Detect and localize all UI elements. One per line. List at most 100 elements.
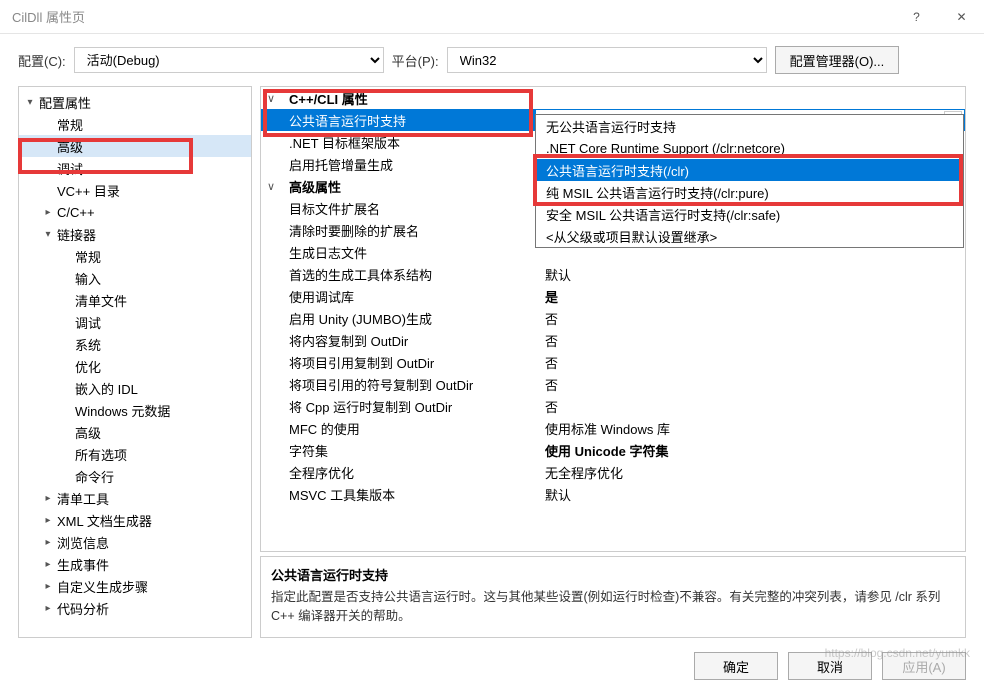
prop-value: 否 [535,353,965,372]
tree-item-label: 自定义生成步骤 [55,577,148,596]
tree-item-label: 代码分析 [55,599,109,618]
tree-caret-icon[interactable] [23,97,37,108]
prop-row[interactable]: 将项目引用的符号复制到 OutDir否 [261,373,965,395]
tree-item[interactable]: 浏览信息 [19,531,251,553]
tree-item[interactable]: 自定义生成步骤 [19,575,251,597]
tree-item[interactable]: 高级 [19,421,251,443]
tree-caret-icon[interactable] [41,493,55,504]
platform-label: 平台(P): [392,51,439,70]
prop-name: 目标文件扩展名 [281,199,535,218]
tree-caret-icon[interactable] [41,515,55,526]
tree-caret-icon[interactable] [41,559,55,570]
prop-value: 是 [535,287,965,306]
tree-item[interactable]: C/C++ [19,201,251,223]
tree-item[interactable]: 输入 [19,267,251,289]
help-button[interactable]: ? [894,2,939,32]
tree-item[interactable]: 优化 [19,355,251,377]
prop-row[interactable]: 使用调试库是 [261,285,965,307]
dropdown-item[interactable]: <从父级或项目默认设置继承> [536,225,963,247]
tree-item[interactable]: 清单工具 [19,487,251,509]
prop-name: 首选的生成工具体系结构 [281,265,535,284]
tree-caret-icon[interactable] [41,603,55,614]
tree-item-label: 生成事件 [55,555,109,574]
apply-button[interactable]: 应用(A) [882,652,966,680]
prop-row[interactable]: 首选的生成工具体系结构默认 [261,263,965,285]
tree-item[interactable]: Windows 元数据 [19,399,251,421]
dropdown-item[interactable]: .NET Core Runtime Support (/clr:netcore) [536,137,963,159]
window-title: CilDll 属性页 [12,7,894,26]
dropdown-item[interactable]: 公共语言运行时支持(/clr) [536,159,963,181]
tree-item-label: 系统 [73,335,101,354]
tree-item[interactable]: 链接器 [19,223,251,245]
dropdown-item[interactable]: 安全 MSIL 公共语言运行时支持(/clr:safe) [536,203,963,225]
tree-panel[interactable]: 配置属性常规高级调试VC++ 目录C/C++链接器常规输入清单文件调试系统优化嵌… [18,86,252,638]
tree-item[interactable]: 清单文件 [19,289,251,311]
tree-item-label: C/C++ [55,205,95,220]
titlebar: CilDll 属性页 ? ✕ [0,0,984,34]
tree-item[interactable]: 嵌入的 IDL [19,377,251,399]
cancel-button[interactable]: 取消 [788,652,872,680]
tree-item-label: VC++ 目录 [55,181,120,200]
tree-item[interactable]: XML 文档生成器 [19,509,251,531]
dialog-buttons: 确定 取消 应用(A) [0,644,984,692]
prop-value: 无全程序优化 [535,463,965,482]
prop-row[interactable]: 将内容复制到 OutDir否 [261,329,965,351]
description-panel: 公共语言运行时支持 指定此配置是否支持公共语言运行时。这与其他某些设置(例如运行… [260,556,966,638]
tree-item[interactable]: 命令行 [19,465,251,487]
prop-name: 全程序优化 [281,463,535,482]
prop-name: 将项目引用复制到 OutDir [281,353,535,372]
prop-row[interactable]: 将项目引用复制到 OutDir否 [261,351,965,373]
tree-item[interactable]: 配置属性 [19,91,251,113]
tree-caret-icon[interactable] [41,229,55,240]
tree-item[interactable]: 调试 [19,157,251,179]
tree-item-label: 调试 [73,313,101,332]
tree-caret-icon[interactable] [41,537,55,548]
config-manager-button[interactable]: 配置管理器(O)... [775,46,900,74]
prop-name: MFC 的使用 [281,419,535,438]
tree-item-label: 链接器 [55,225,96,244]
tree-item[interactable]: 高级 [19,135,251,157]
prop-row[interactable]: 将 Cpp 运行时复制到 OutDir否 [261,395,965,417]
prop-row[interactable]: MSVC 工具集版本默认 [261,483,965,505]
dropdown-item[interactable]: 无公共语言运行时支持 [536,115,963,137]
tree-caret-icon[interactable] [41,207,55,218]
prop-row[interactable]: 全程序优化无全程序优化 [261,461,965,483]
tree-item-label: 常规 [73,247,101,266]
prop-value: 使用标准 Windows 库 [535,419,965,438]
prop-value: 使用 Unicode 字符集 [535,441,965,460]
tree-item-label: 浏览信息 [55,533,109,552]
config-select[interactable]: 活动(Debug) [74,47,384,73]
prop-row[interactable]: 字符集使用 Unicode 字符集 [261,439,965,461]
tree-item[interactable]: VC++ 目录 [19,179,251,201]
prop-name: 生成日志文件 [281,243,535,262]
right-column: C++/CLI 属性 公共语言运行时支持 公共语言运行时支持(/clr) ⌄ 无… [260,86,966,638]
prop-row[interactable]: 启用 Unity (JUMBO)生成否 [261,307,965,329]
tree-caret-icon[interactable] [41,581,55,592]
prop-name: MSVC 工具集版本 [281,485,535,504]
prop-name: 将项目引用的符号复制到 OutDir [281,375,535,394]
prop-value: 默认 [535,265,965,284]
tree-item[interactable]: 代码分析 [19,597,251,619]
tree-item[interactable]: 系统 [19,333,251,355]
ok-button[interactable]: 确定 [694,652,778,680]
tree-item[interactable]: 调试 [19,311,251,333]
tree-item-label: 所有选项 [73,445,127,464]
caret-icon[interactable] [261,92,281,105]
clr-dropdown[interactable]: 无公共语言运行时支持.NET Core Runtime Support (/cl… [535,114,964,248]
tree-item[interactable]: 常规 [19,245,251,267]
tree-item[interactable]: 所有选项 [19,443,251,465]
tree-item-label: 输入 [73,269,101,288]
dropdown-item[interactable]: 纯 MSIL 公共语言运行时支持(/clr:pure) [536,181,963,203]
platform-select[interactable]: Win32 [447,47,767,73]
prop-value: 否 [535,309,965,328]
caret-icon[interactable] [261,180,281,193]
prop-row[interactable]: MFC 的使用使用标准 Windows 库 [261,417,965,439]
tree-item-label: 高级 [73,423,101,442]
prop-name: 清除时要删除的扩展名 [281,221,535,240]
prop-group-header[interactable]: C++/CLI 属性 [261,87,965,109]
tree-item-label: 优化 [73,357,101,376]
tree-item[interactable]: 生成事件 [19,553,251,575]
close-button[interactable]: ✕ [939,2,984,32]
tree-item[interactable]: 常规 [19,113,251,135]
prop-name: 将内容复制到 OutDir [281,331,535,350]
